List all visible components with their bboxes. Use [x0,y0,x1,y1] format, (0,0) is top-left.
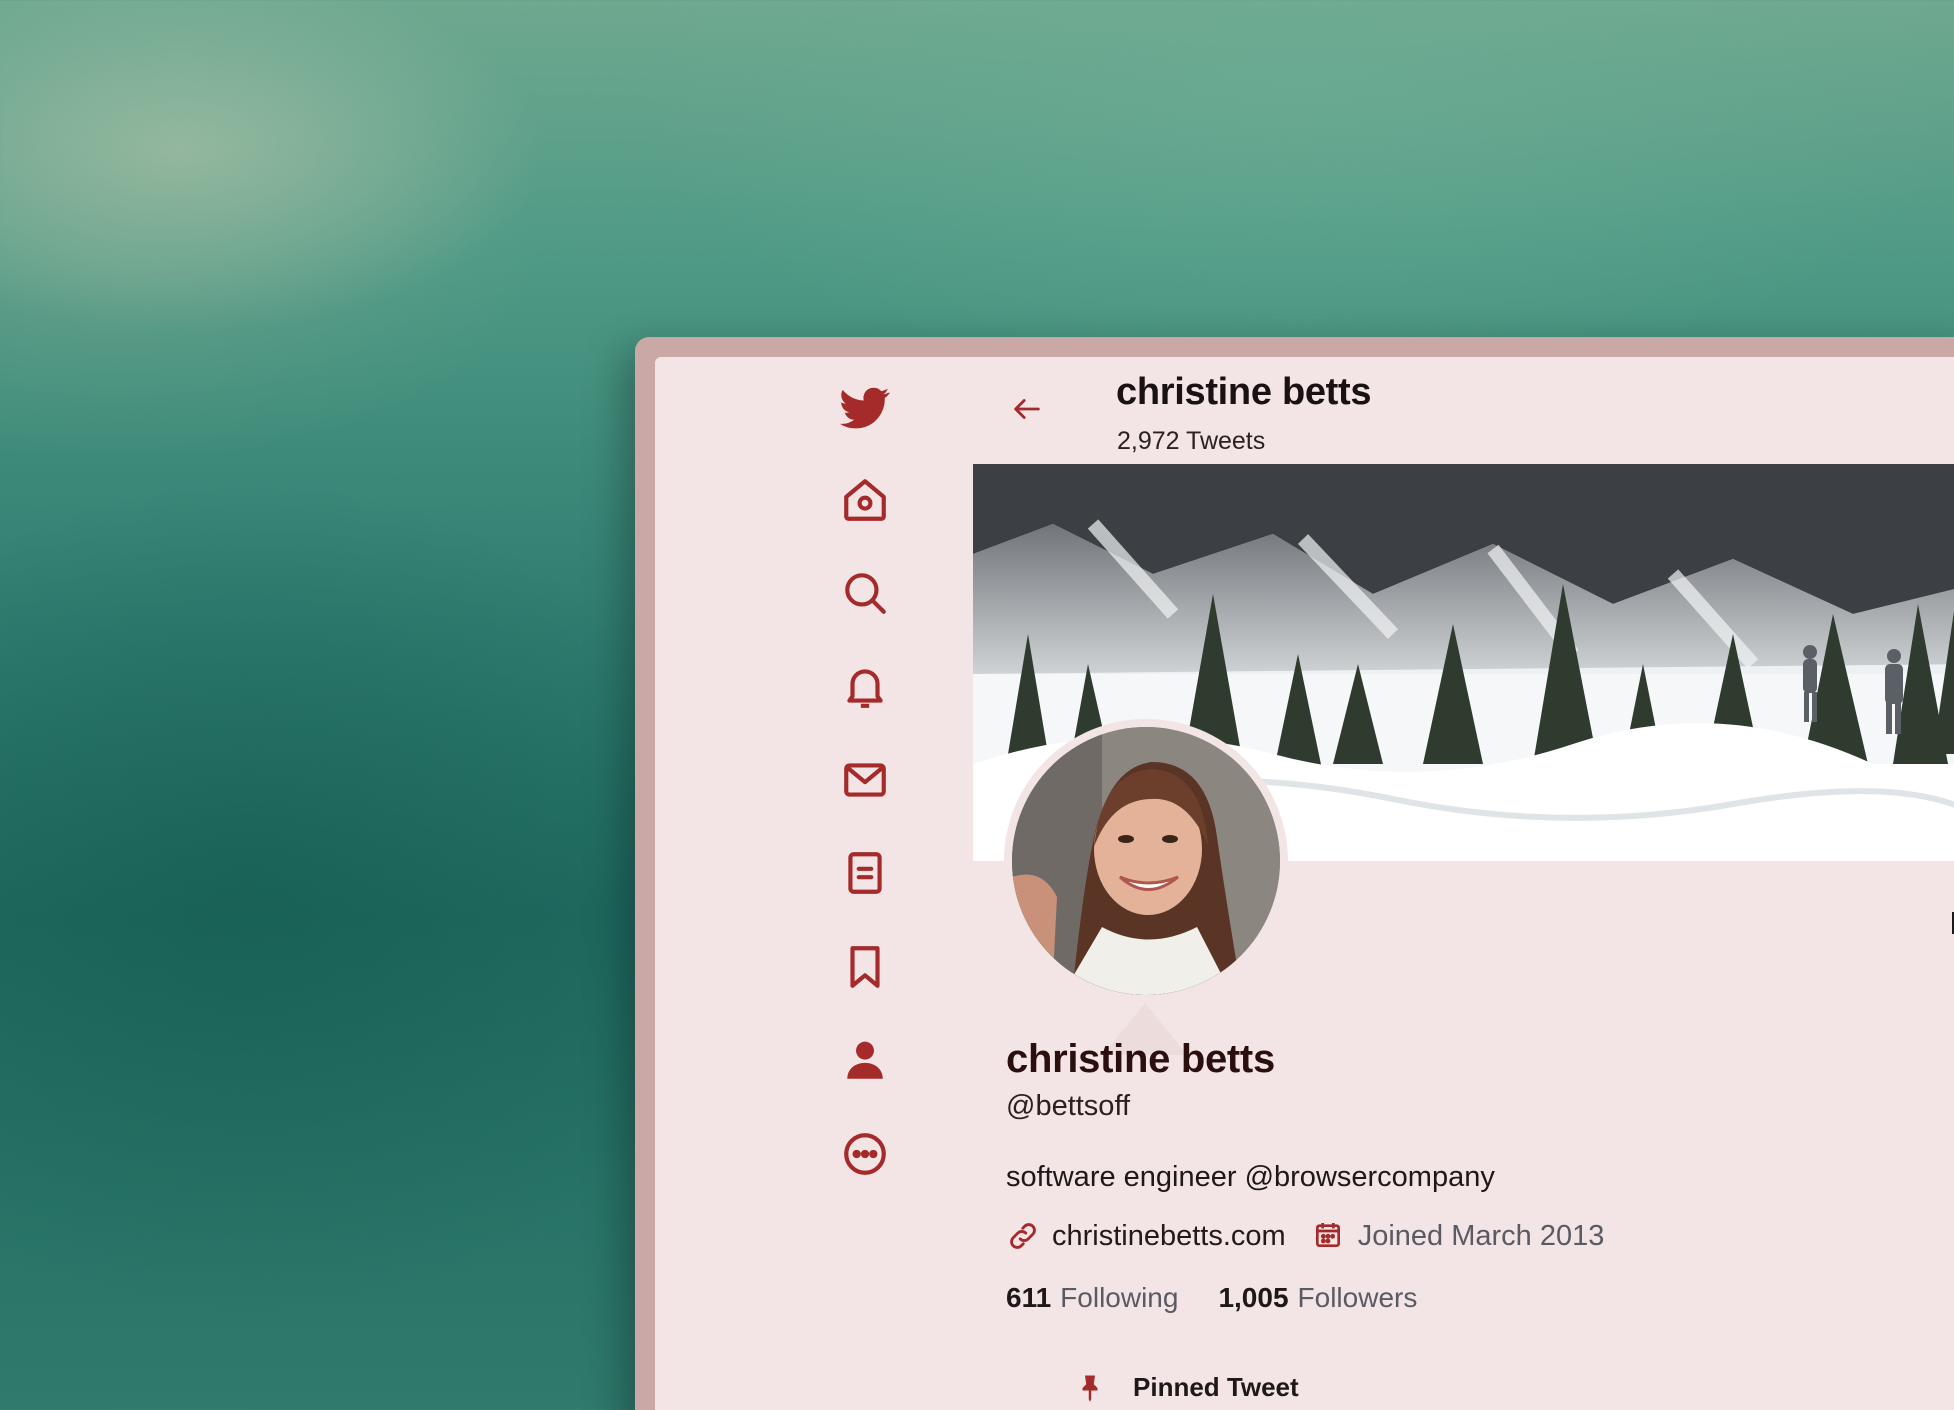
lists-document-icon[interactable] [838,846,892,900]
website-link[interactable]: christinebetts.com [1052,1220,1286,1253]
following-count: 611 [1006,1282,1052,1313]
profile-display-name: christine betts [1006,1037,1275,1081]
twitter-logo-icon[interactable] [838,381,892,435]
header-title: christine betts [1116,371,1372,413]
followers-link[interactable]: 1,005 Followers [1218,1282,1417,1314]
profile-avatar[interactable] [1004,719,1288,1003]
following-label: Following [1060,1282,1179,1313]
profile-handle: @bettsoff [1006,1090,1131,1122]
back-arrow-button[interactable] [1005,387,1049,431]
bookmark-icon[interactable] [838,940,892,994]
notifications-bell-icon[interactable] [838,659,892,713]
profile-meta-row: christinebetts.com Joined March 2013 [1006,1219,1604,1253]
twitter-profile-window: christine betts 2,972 Tweets christine b… [655,357,1954,1410]
follow-stats: 611 Following 1,005 Followers [1006,1282,1457,1314]
more-ellipsis-icon[interactable] [838,1127,892,1181]
search-icon[interactable] [838,566,892,620]
link-icon [1006,1219,1040,1253]
avatar-photo [1012,727,1280,995]
followers-count: 1,005 [1218,1282,1289,1313]
joined-date: Joined March 2013 [1357,1219,1605,1252]
profile-bio: software engineer @browsercompany [1006,1161,1495,1193]
following-link[interactable]: 611 Following [1006,1282,1178,1314]
calendar-icon [1312,1219,1346,1253]
pin-icon [1075,1373,1105,1403]
tweet-count: 2,972 Tweets [1117,427,1266,455]
home-icon[interactable] [838,473,892,527]
followers-label: Followers [1297,1282,1418,1313]
pinned-tweet-label: Pinned Tweet [1133,1372,1299,1402]
back-arrow-icon [1014,399,1040,419]
pinned-tweet-header: Pinned Tweet [1075,1372,1299,1403]
sidebar-nav [830,357,900,1410]
messages-envelope-icon[interactable] [838,753,892,807]
profile-person-icon[interactable] [838,1033,892,1087]
